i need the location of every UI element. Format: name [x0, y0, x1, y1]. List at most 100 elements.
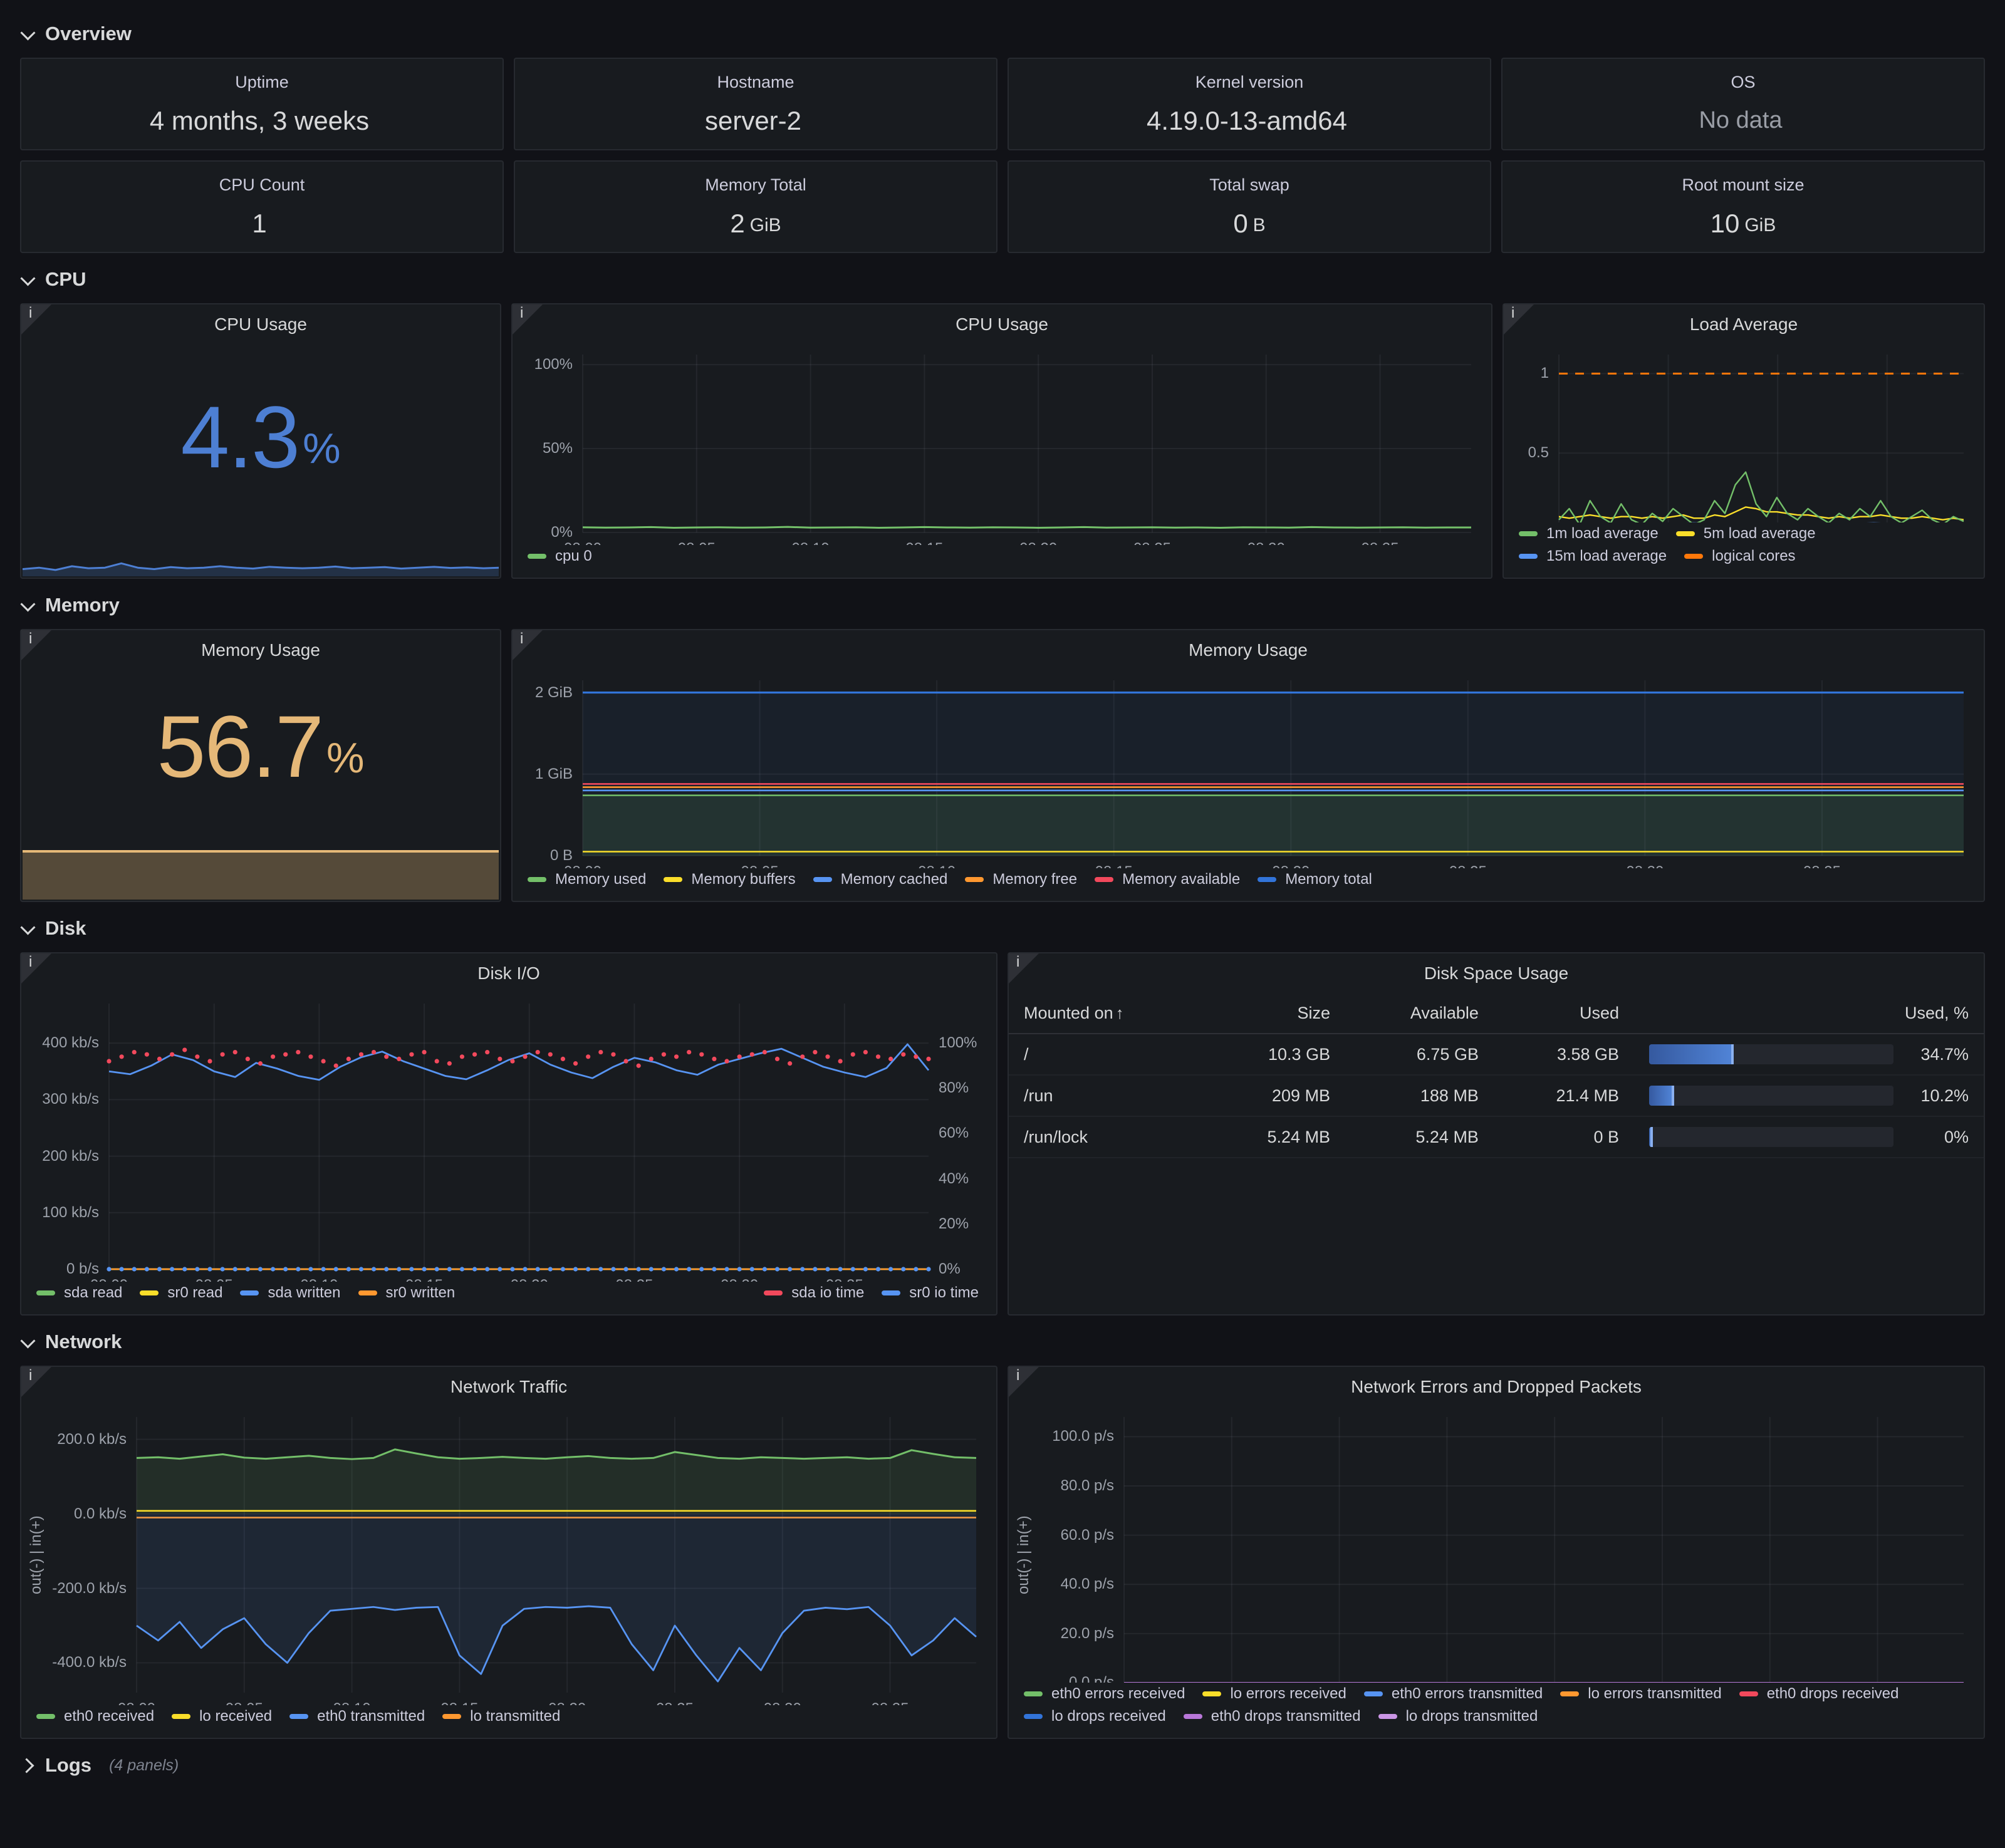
stat-title: Uptime [235, 73, 289, 92]
legend-item[interactable]: lo errors transmitted [1560, 1685, 1721, 1703]
disk-io-chart[interactable]: 400 kb/s300 kb/s200 kb/s100 kb/s0 b/s100… [21, 991, 996, 1282]
axis-tick-label: 08:10 [300, 1277, 338, 1282]
panel-title[interactable]: Load Average [1504, 304, 1984, 342]
legend-item[interactable]: Memory free [965, 871, 1077, 888]
section-header-cpu[interactable]: CPU [20, 263, 1985, 296]
legend-item[interactable]: cpu 0 [528, 548, 592, 565]
stat-panel-total-swap: Total swap 0B [1008, 160, 1491, 253]
column-header-size[interactable]: Size [1205, 994, 1345, 1034]
legend-item[interactable]: eth0 errors transmitted [1364, 1685, 1543, 1703]
panel-title[interactable]: Network Traffic [21, 1367, 996, 1404]
legend-series-label: logical cores [1712, 548, 1795, 565]
column-header-available[interactable]: Available [1345, 994, 1494, 1034]
table-row: /10.3 GB6.75 GB3.58 GB34.7% [1009, 1034, 1984, 1075]
section-header-logs[interactable]: Logs (4 panels) [20, 1749, 1985, 1782]
panel-info-icon[interactable]: i [1504, 304, 1536, 337]
panel-title[interactable]: CPU Usage [513, 304, 1491, 342]
legend-item[interactable]: sr0 read [140, 1284, 222, 1302]
legend-item[interactable]: logical cores [1684, 548, 1795, 565]
legend-item[interactable]: eth0 drops transmitted [1184, 1708, 1361, 1725]
info-icon: i [1016, 1367, 1019, 1384]
column-header-mounted-on[interactable]: Mounted on↑ [1009, 994, 1205, 1034]
network-row: i Network Traffic 200.0 kb/s0.0 kb/s-200… [20, 1366, 1985, 1739]
gauge-fill [1649, 1086, 1674, 1106]
panel-info-icon[interactable]: i [1009, 1367, 1041, 1399]
legend-item[interactable]: eth0 transmitted [289, 1708, 425, 1725]
cell-size: 5.24 MB [1205, 1116, 1345, 1158]
legend-item[interactable]: Memory total [1258, 871, 1372, 888]
panel-title[interactable]: Network Errors and Dropped Packets [1009, 1367, 1984, 1404]
legend-series-label: sda written [268, 1284, 340, 1302]
legend-item[interactable]: 1m load average [1519, 525, 1659, 542]
axis-tick-label: 60% [939, 1124, 969, 1142]
column-label: Mounted on [1024, 1004, 1113, 1022]
legend-item[interactable]: sr0 written [358, 1284, 456, 1302]
panel-title[interactable]: CPU Usage [21, 304, 500, 342]
section-header-memory[interactable]: Memory [20, 589, 1985, 621]
legend-item[interactable]: lo transmitted [442, 1708, 560, 1725]
axis-tick-label: 08:05 [741, 863, 779, 868]
axis-tick-label: 0 b/s [21, 1260, 99, 1278]
panel-info-icon[interactable]: i [21, 304, 54, 337]
panel-load-average: i Load Average 10.5008:0008:1008:2008:30… [1502, 303, 1985, 579]
legend-series-color [1519, 531, 1538, 536]
legend-series-color [1364, 1691, 1383, 1696]
legend-item[interactable]: lo drops received [1024, 1708, 1166, 1725]
legend-item[interactable]: eth0 received [36, 1708, 154, 1725]
panel-info-icon[interactable]: i [1009, 953, 1041, 986]
panel-network-errors: i Network Errors and Dropped Packets 100… [1008, 1366, 1985, 1739]
legend-item[interactable]: 15m load average [1519, 548, 1667, 565]
legend-item[interactable]: Memory used [528, 871, 646, 888]
memory-row: i Memory Usage 56.7% i Memory Usage 2 Gi… [20, 629, 1985, 902]
panel-info-icon[interactable]: i [513, 630, 545, 663]
sort-asc-icon: ↑ [1116, 1004, 1124, 1022]
load-average-chart[interactable]: 10.5008:0008:1008:2008:30 [1504, 342, 1984, 522]
legend-series-color [1202, 1691, 1221, 1696]
legend-series-label: sda io time [791, 1284, 864, 1302]
cpu-usage-chart[interactable]: 100%50%0%08:0008:0508:1008:1508:2008:250… [513, 342, 1491, 545]
legend-item[interactable]: Memory cached [813, 871, 948, 888]
column-header-used[interactable]: Used [1494, 994, 1634, 1034]
gauge-value: 34.7% [1906, 1045, 1969, 1064]
panel-info-icon[interactable]: i [513, 304, 545, 337]
chevron-down-icon [20, 921, 35, 936]
legend-item[interactable]: Memory available [1095, 871, 1240, 888]
stat-panel-hostname: Hostname server-2 [514, 58, 997, 150]
network-errors-chart[interactable]: 100.0 p/s80.0 p/s60.0 p/s40.0 p/s20.0 p/… [1009, 1404, 1984, 1683]
legend-item[interactable]: lo received [172, 1708, 272, 1725]
panel-info-icon[interactable]: i [21, 630, 54, 663]
network-traffic-chart[interactable]: 200.0 kb/s0.0 kb/s-200.0 kb/s-400.0 kb/s… [21, 1404, 996, 1705]
legend-item[interactable]: eth0 drops received [1739, 1685, 1899, 1703]
panel-info-icon[interactable]: i [21, 953, 54, 986]
axis-tick-label: 08:35 [1803, 863, 1841, 868]
legend-item[interactable]: sr0 io time [882, 1284, 979, 1302]
panel-title[interactable]: Disk I/O [21, 953, 996, 991]
panel-title[interactable]: Disk Space Usage [1009, 953, 1984, 991]
legend-series-label: eth0 drops received [1767, 1685, 1899, 1703]
section-header-network[interactable]: Network [20, 1326, 1985, 1358]
cell-used-pct: 34.7% [1634, 1034, 1984, 1075]
legend-item[interactable]: sda written [240, 1284, 340, 1302]
legend-item[interactable]: lo drops transmitted [1378, 1708, 1538, 1725]
memory-usage-chart[interactable]: 2 GiB1 GiB0 B08:0008:0508:1008:1508:2008… [513, 668, 1984, 868]
legend-item[interactable]: sda io time [764, 1284, 864, 1302]
panel-title[interactable]: Memory Usage [21, 630, 500, 668]
legend-item[interactable]: eth0 errors received [1024, 1685, 1185, 1703]
stat-number: 4.3 [180, 387, 299, 488]
legend-series-label: lo received [199, 1708, 272, 1725]
panel-title[interactable]: Memory Usage [513, 630, 1984, 668]
section-header-overview[interactable]: Overview [20, 18, 1985, 50]
legend-item[interactable]: lo errors received [1202, 1685, 1346, 1703]
legend-item[interactable]: sda read [36, 1284, 122, 1302]
legend-series-color [1560, 1691, 1579, 1696]
gauge-track [1649, 1086, 1893, 1106]
legend-item[interactable]: 5m load average [1676, 525, 1816, 542]
panel-info-icon[interactable]: i [21, 1367, 54, 1399]
legend-item[interactable]: Memory buffers [664, 871, 795, 888]
stat-panel-memory-total: Memory Total 2GiB [514, 160, 997, 253]
section-header-disk[interactable]: Disk [20, 912, 1985, 945]
column-header-used-pct[interactable]: Used, % [1634, 994, 1984, 1034]
axis-tick-label: 08:35 [1362, 540, 1399, 545]
legend-series-label: lo errors transmitted [1588, 1685, 1721, 1703]
stat-value-text: 2 [730, 209, 744, 239]
